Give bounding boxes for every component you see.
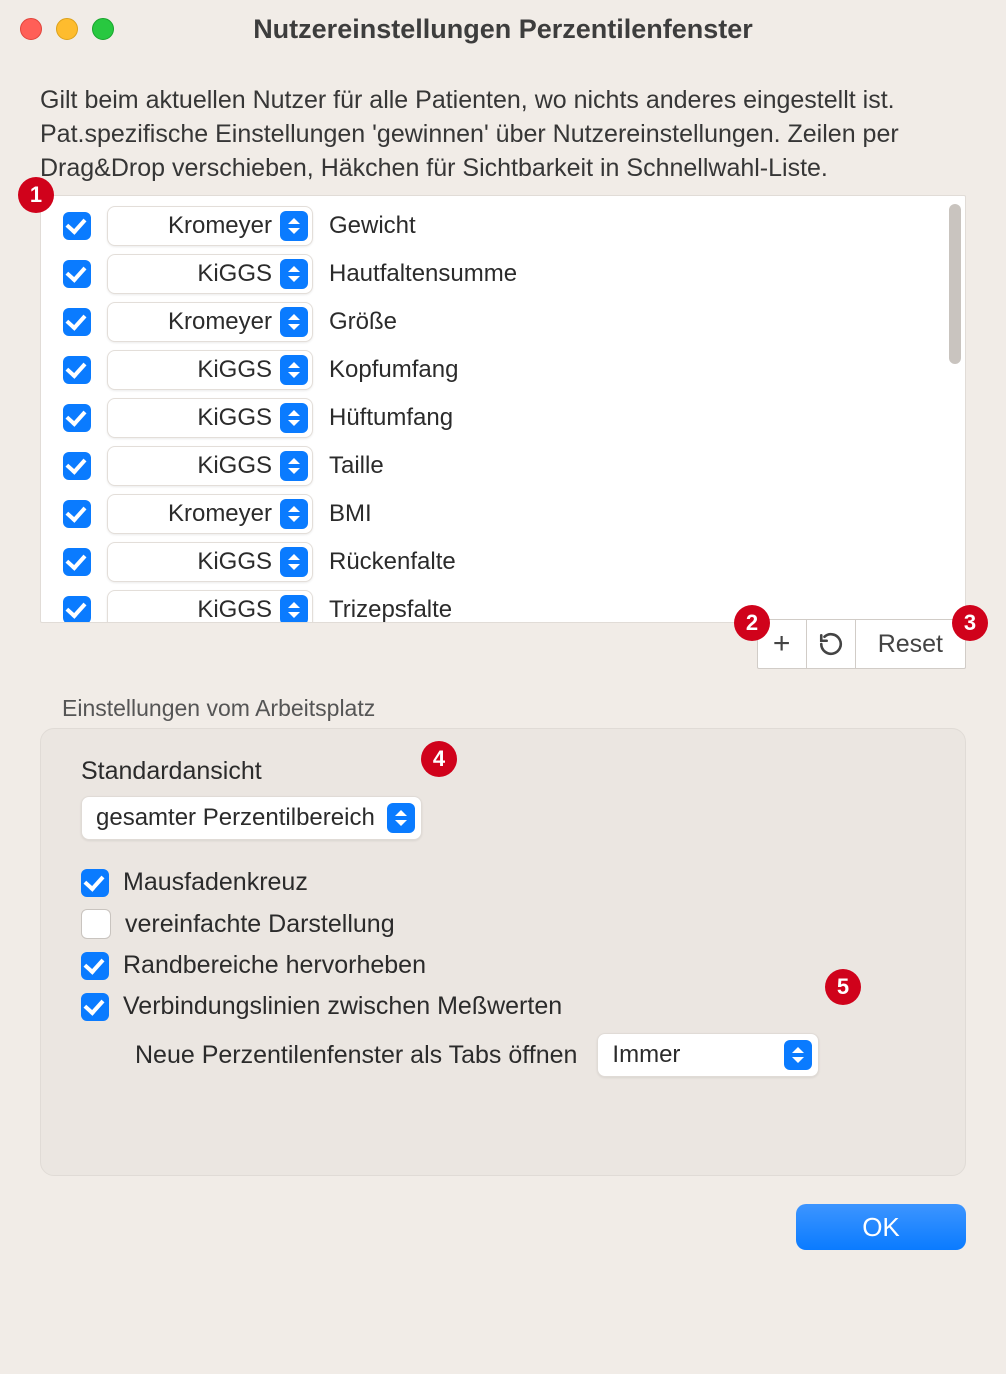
list-row[interactable]: KiGGS Rückenfalte bbox=[41, 538, 965, 586]
reset-button[interactable]: Reset bbox=[856, 620, 965, 668]
visibility-checkbox[interactable] bbox=[63, 212, 91, 240]
stepper-icon bbox=[280, 547, 308, 577]
plus-icon: + bbox=[773, 627, 791, 661]
source-select[interactable]: Kromeyer bbox=[107, 206, 313, 246]
annotation-badge-5: 5 bbox=[825, 969, 861, 1005]
source-select[interactable]: KiGGS bbox=[107, 446, 313, 486]
stepper-icon bbox=[280, 355, 308, 385]
visibility-checkbox[interactable] bbox=[63, 356, 91, 384]
stepper-icon bbox=[784, 1040, 812, 1070]
measure-label: Hautfaltensumme bbox=[329, 260, 517, 288]
standard-view-label: Standardansicht bbox=[81, 757, 925, 786]
crosshair-row[interactable]: Mausfadenkreuz bbox=[81, 868, 925, 897]
source-select[interactable]: KiGGS bbox=[107, 350, 313, 390]
measure-label: Hüftumfang bbox=[329, 404, 453, 432]
list-row[interactable]: KiGGS Kopfumfang bbox=[41, 346, 965, 394]
list-row[interactable]: Kromeyer Größe bbox=[41, 298, 965, 346]
stepper-icon bbox=[280, 403, 308, 433]
open-tabs-row: Neue Perzentilenfenster als Tabs öffnen … bbox=[135, 1033, 925, 1077]
annotation-badge-3: 3 bbox=[952, 605, 988, 641]
scrollbar-thumb[interactable] bbox=[949, 204, 961, 364]
simplified-row[interactable]: vereinfachte Darstellung bbox=[81, 909, 925, 939]
measure-label: Rückenfalte bbox=[329, 548, 456, 576]
stepper-icon bbox=[280, 499, 308, 529]
visibility-checkbox[interactable] bbox=[63, 308, 91, 336]
list-row[interactable]: KiGGS Hüftumfang bbox=[41, 394, 965, 442]
measure-label: Kopfumfang bbox=[329, 356, 458, 384]
source-select[interactable]: Kromeyer bbox=[107, 494, 313, 534]
refresh-icon bbox=[818, 631, 844, 657]
annotation-badge-4: 4 bbox=[421, 741, 457, 777]
source-value: KiGGS bbox=[108, 260, 280, 288]
standard-view-select[interactable]: gesamter Perzentilbereich bbox=[81, 796, 422, 840]
source-value: KiGGS bbox=[108, 452, 280, 480]
source-value: KiGGS bbox=[108, 548, 280, 576]
visibility-checkbox[interactable] bbox=[63, 452, 91, 480]
refresh-button[interactable] bbox=[807, 620, 856, 668]
crosshair-label: Mausfadenkreuz bbox=[123, 868, 308, 897]
standard-view-value: gesamter Perzentilbereich bbox=[96, 804, 387, 832]
source-value: Kromeyer bbox=[108, 212, 280, 240]
source-select[interactable]: KiGGS bbox=[107, 542, 313, 582]
list-row[interactable]: KiGGS Taille bbox=[41, 442, 965, 490]
open-tabs-select[interactable]: Immer bbox=[597, 1033, 819, 1077]
percentile-list: Kromeyer Gewicht KiGGS Hautfaltensumme K… bbox=[40, 195, 966, 623]
stepper-icon bbox=[280, 259, 308, 289]
simplified-label: vereinfachte Darstellung bbox=[125, 910, 395, 939]
visibility-checkbox[interactable] bbox=[63, 548, 91, 576]
annotation-badge-1: 1 bbox=[18, 177, 54, 213]
annotation-badge-2: 2 bbox=[734, 605, 770, 641]
visibility-checkbox[interactable] bbox=[63, 260, 91, 288]
stepper-icon bbox=[280, 211, 308, 241]
highlight-edges-checkbox[interactable] bbox=[81, 952, 109, 980]
crosshair-checkbox[interactable] bbox=[81, 869, 109, 897]
stepper-icon bbox=[280, 307, 308, 337]
connect-lines-label: Verbindungslinien zwischen Meßwerten bbox=[123, 992, 562, 1021]
source-value: Kromeyer bbox=[108, 500, 280, 528]
window-titlebar: Nutzereinstellungen Perzentilenfenster bbox=[0, 0, 1006, 58]
list-row[interactable]: KiGGS Hautfaltensumme bbox=[41, 250, 965, 298]
reset-label: Reset bbox=[878, 630, 943, 659]
workplace-panel: 4 5 Standardansicht gesamter Perzentilbe… bbox=[40, 728, 966, 1176]
source-value: Kromeyer bbox=[108, 308, 280, 336]
visibility-checkbox[interactable] bbox=[63, 500, 91, 528]
measure-label: Taille bbox=[329, 452, 384, 480]
highlight-edges-row[interactable]: Randbereiche hervorheben bbox=[81, 951, 925, 980]
ok-button[interactable]: OK bbox=[796, 1204, 966, 1250]
visibility-checkbox[interactable] bbox=[63, 404, 91, 432]
measure-label: BMI bbox=[329, 500, 372, 528]
highlight-edges-label: Randbereiche hervorheben bbox=[123, 951, 426, 980]
list-row[interactable]: Kromeyer BMI bbox=[41, 490, 965, 538]
source-value: KiGGS bbox=[108, 356, 280, 384]
measure-label: Größe bbox=[329, 308, 397, 336]
list-row[interactable]: KiGGS Trizepsfalte bbox=[41, 586, 965, 623]
stepper-icon bbox=[387, 803, 415, 833]
measure-label: Gewicht bbox=[329, 212, 416, 240]
ok-label: OK bbox=[862, 1212, 900, 1242]
connect-lines-checkbox[interactable] bbox=[81, 993, 109, 1021]
description-text: Gilt beim aktuellen Nutzer für alle Pati… bbox=[40, 84, 966, 185]
workplace-section-label: Einstellungen vom Arbeitsplatz bbox=[62, 695, 944, 722]
source-select[interactable]: Kromeyer bbox=[107, 302, 313, 342]
list-row[interactable]: Kromeyer Gewicht bbox=[41, 202, 965, 250]
stepper-icon bbox=[280, 451, 308, 481]
list-action-segment: + Reset bbox=[757, 619, 966, 669]
window-title: Nutzereinstellungen Perzentilenfenster bbox=[0, 14, 1006, 45]
connect-lines-row[interactable]: Verbindungslinien zwischen Meßwerten bbox=[81, 992, 925, 1021]
open-tabs-value: Immer bbox=[612, 1041, 692, 1069]
simplified-checkbox[interactable] bbox=[81, 909, 111, 939]
source-value: KiGGS bbox=[108, 404, 280, 432]
source-select[interactable]: KiGGS bbox=[107, 254, 313, 294]
open-tabs-label: Neue Perzentilenfenster als Tabs öffnen bbox=[135, 1041, 577, 1070]
source-select[interactable]: KiGGS bbox=[107, 398, 313, 438]
